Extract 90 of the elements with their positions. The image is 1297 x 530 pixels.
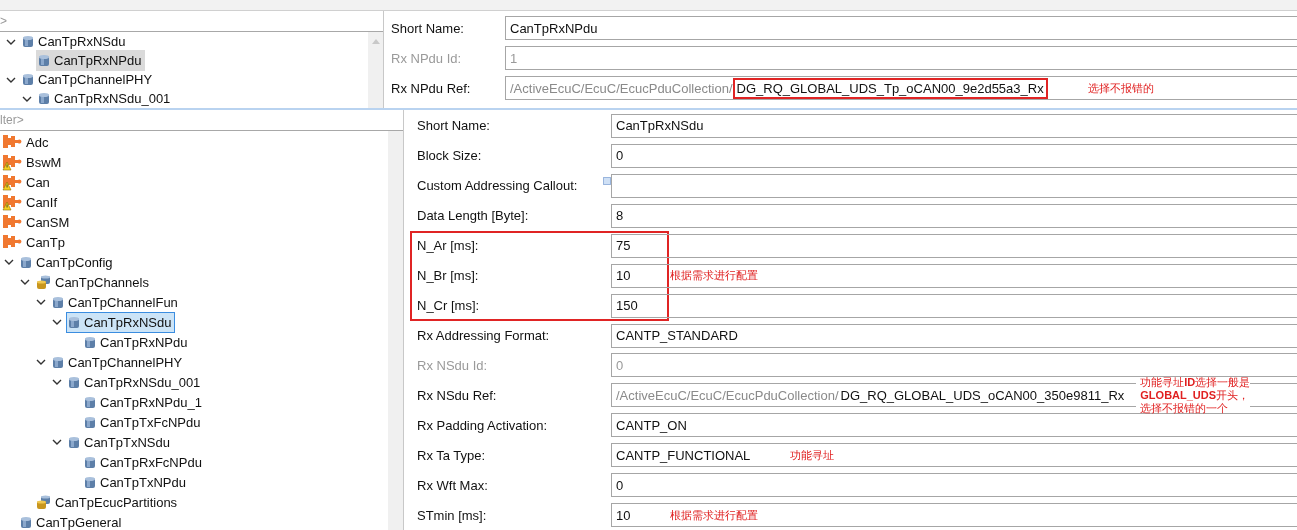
tree-item[interactable]: CanTp (0, 231, 70, 253)
field-value: CANTP_FUNCTIONAL (616, 447, 751, 463)
tree-item[interactable]: Adc (0, 131, 53, 153)
cylinder-icon (52, 295, 64, 309)
tree-item[interactable]: CanTpRxNSdu_001 (66, 371, 205, 393)
tree-item[interactable]: CanTpEcucPartitions (34, 491, 182, 513)
tree-item[interactable]: CanTpChannelPHY (20, 69, 157, 90)
field-label: Rx Wft Max: (417, 477, 489, 493)
field-label: Custom Addressing Callout: (417, 178, 579, 194)
field-value: 10 (616, 507, 631, 523)
tree-item[interactable]: BswM (0, 151, 66, 173)
annotation-note: 根据需求进行配置 (670, 508, 759, 522)
reference-target: DG_RQ_GLOBAL_UDS_Tp_oCAN00_9e2d55a3_Rx (732, 77, 1048, 99)
text-field[interactable]: 10 根据需求进行配置 (611, 263, 1297, 288)
tree-item[interactable]: CanTpChannelPHY (50, 351, 187, 373)
tree-item[interactable]: CanTpTxNPdu (82, 471, 190, 493)
cylinder-icon (84, 395, 96, 409)
reference-field[interactable]: /ActiveEcuC/EcuC/EcucPduCollection/ DG_RQ_GLOBAL_UDS_Tp_oCAN00_9e2d55a3_Rx 选择不报错的 (505, 76, 1297, 100)
reference-field[interactable]: /ActiveEcuC/EcuC/EcucPduCollection/DG_RQ_GLOBAL_UDS_oCAN00_350e9811_Rx (611, 383, 1137, 408)
field-extension[interactable] (1250, 383, 1297, 408)
field-label: N_Ar [ms]: (417, 238, 480, 254)
cylinder-icon (38, 92, 50, 105)
text-field[interactable]: 150 (611, 293, 1297, 318)
field-label: Rx NSdu Ref: (417, 387, 498, 403)
tree-item[interactable]: CanTpRxNPdu (82, 331, 192, 353)
cylinder-icon (20, 255, 32, 269)
cylinder-icon (84, 415, 96, 429)
field-label: Data Length [Byte]: (417, 208, 530, 224)
tree-item[interactable]: CanTpConfig (18, 251, 117, 273)
tree-item[interactable]: CanTpRxFcNPdu (82, 451, 206, 473)
scrollbar[interactable] (388, 131, 403, 530)
tree-item[interactable]: Can (0, 171, 54, 193)
text-field[interactable]: CANTP_FUNCTIONAL 功能寻址 (611, 443, 1297, 468)
tree-item[interactable]: CanTpGeneral (18, 511, 126, 530)
field-label: Rx NSdu Id: (417, 358, 489, 373)
tree-item[interactable]: CanIf (0, 191, 62, 213)
tree-item[interactable]: CanTpChannelFun (50, 291, 182, 313)
text-field[interactable]: CANTP_ON (611, 413, 1297, 438)
field-label: Block Size: (417, 148, 483, 164)
tree-item[interactable]: CanTpRxNSdu (66, 311, 176, 333)
cylinder-icon (22, 35, 34, 48)
annotation-note: 功能寻址 (790, 448, 835, 462)
annotation-note: 功能寻址ID选择一般是 GLOBAL_UDS开头， 选择不报错的一个 (1139, 375, 1251, 415)
field-label: Rx Addressing Format: (417, 328, 551, 344)
field-label: Rx Ta Type: (417, 447, 487, 463)
field-label: Rx Padding Activation: (417, 417, 549, 433)
cylinder-stack-icon (36, 494, 51, 510)
field-label: N_Cr [ms]: (417, 298, 481, 314)
reference-target: DG_RQ_GLOBAL_UDS_oCAN00_350e9811_Rx (839, 386, 1126, 404)
annotation-note: 根据需求进行配置 (670, 269, 759, 283)
cylinder-icon (84, 455, 96, 469)
text-field[interactable]: CanTpRxNPdu (505, 16, 1297, 40)
cylinder-icon (22, 73, 34, 86)
cylinder-stack-icon (36, 274, 51, 290)
tree-item[interactable]: CanTpChannels (34, 271, 153, 293)
scrollbar[interactable] (368, 32, 383, 108)
cylinder-icon (84, 335, 96, 349)
tree-item[interactable]: CanTpRxNPdu_1 (82, 391, 206, 413)
tree-item[interactable]: CanSM (0, 211, 74, 233)
field-label: Rx NPdu Ref: (391, 80, 472, 96)
text-field[interactable]: 0 (611, 473, 1297, 498)
tree-item[interactable]: CanTpRxNSdu_001 (36, 88, 175, 108)
field-label: N_Br [ms]: (417, 268, 480, 284)
field-label: STmin [ms]: (417, 507, 488, 523)
text-field[interactable]: 8 (611, 203, 1297, 228)
cylinder-icon (20, 515, 32, 529)
dotted-square-icon[interactable] (603, 176, 611, 185)
annotation-note: 选择不报错的 (1087, 81, 1154, 95)
field-label: Short Name: (417, 118, 491, 134)
cylinder-icon (84, 475, 96, 489)
field-label: Rx NPdu Id: (391, 50, 463, 66)
cylinder-icon (68, 435, 80, 449)
cylinder-icon (52, 355, 64, 369)
text-field[interactable]: 0 (611, 143, 1297, 168)
field-value: 10 (616, 268, 631, 284)
cylinder-icon (38, 54, 50, 67)
tree-item[interactable]: CanTpRxNPdu (36, 50, 146, 71)
cylinder-icon (68, 315, 80, 329)
text-field[interactable]: 75 (611, 233, 1297, 258)
text-field[interactable]: CANTP_STANDARD (611, 323, 1297, 348)
text-field[interactable]: 10 根据需求进行配置 (611, 503, 1297, 528)
text-field[interactable] (611, 173, 1297, 198)
tree-item[interactable]: CanTpTxFcNPdu (82, 411, 205, 433)
field-label: Short Name: (391, 20, 465, 36)
cylinder-icon (68, 375, 80, 389)
reference-path: /ActiveEcuC/EcuC/EcucPduCollection/ (510, 80, 733, 96)
tree-item[interactable]: CanTpTxNSdu (66, 431, 174, 453)
reference-path: /ActiveEcuC/EcuC/EcucPduCollection/ (616, 387, 839, 403)
tree-item[interactable]: CanTpRxNSdu (20, 32, 130, 52)
text-field[interactable]: CanTpRxNSdu (611, 113, 1297, 138)
